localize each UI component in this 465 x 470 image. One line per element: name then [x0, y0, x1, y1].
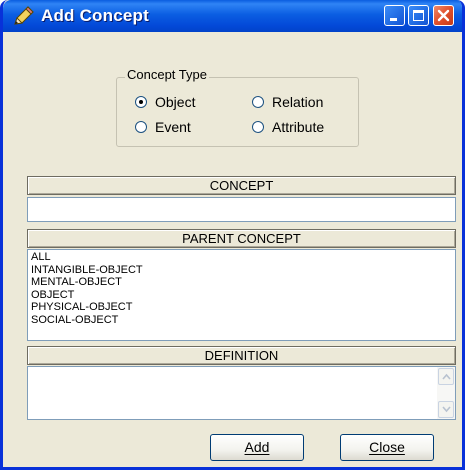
title-bar[interactable]: Add Concept: [3, 0, 462, 32]
chevron-down-icon: [442, 406, 451, 413]
radio-attribute-circle[interactable]: [252, 121, 264, 133]
scroll-up-button[interactable]: [438, 368, 454, 385]
maximize-button[interactable]: [408, 5, 429, 26]
concept-input[interactable]: [27, 197, 456, 222]
add-concept-window: Add Concept Concept Type Object Relation…: [0, 0, 465, 470]
close-icon: [437, 9, 450, 22]
radio-relation[interactable]: Relation: [252, 94, 323, 110]
maximize-icon: [413, 10, 424, 21]
window-title: Add Concept: [41, 6, 149, 25]
list-item[interactable]: INTANGIBLE-OBJECT: [31, 264, 452, 277]
chevron-up-icon: [442, 373, 451, 380]
minimize-icon: [390, 18, 397, 21]
list-item[interactable]: PHYSICAL-OBJECT: [31, 301, 452, 314]
scroll-down-button[interactable]: [438, 401, 454, 418]
add-button[interactable]: Add: [210, 434, 304, 461]
definition-scrollbar[interactable]: [437, 367, 455, 419]
radio-relation-label: Relation: [272, 94, 324, 110]
concept-type-label: Concept Type: [125, 67, 209, 82]
minimize-button[interactable]: [384, 5, 405, 26]
list-item[interactable]: OBJECT: [31, 289, 452, 302]
list-item[interactable]: ALL: [31, 251, 452, 264]
concept-header: CONCEPT: [27, 176, 456, 195]
pencil-icon: [13, 6, 35, 26]
radio-relation-circle[interactable]: [252, 96, 264, 108]
add-button-label: Add: [244, 439, 270, 455]
list-item[interactable]: SOCIAL-OBJECT: [31, 314, 452, 327]
radio-object[interactable]: Object: [135, 94, 195, 110]
radio-attribute-label: Attribute: [272, 119, 325, 135]
definition-textarea[interactable]: [27, 366, 456, 420]
parent-concept-list[interactable]: ALL INTANGIBLE-OBJECT MENTAL-OBJECT OBJE…: [27, 249, 456, 341]
radio-event[interactable]: Event: [135, 119, 191, 135]
radio-event-label: Event: [155, 119, 191, 135]
radio-event-circle[interactable]: [135, 121, 147, 133]
close-button[interactable]: Close: [340, 434, 434, 461]
parent-concept-header: PARENT CONCEPT: [27, 229, 456, 248]
close-button-label: Close: [369, 439, 405, 455]
radio-object-label: Object: [155, 94, 196, 110]
definition-header: DEFINITION: [27, 346, 456, 365]
radio-attribute[interactable]: Attribute: [252, 119, 324, 135]
concept-type-group: [116, 77, 359, 147]
radio-object-circle[interactable]: [135, 96, 147, 108]
close-window-button[interactable]: [433, 5, 454, 26]
list-item[interactable]: MENTAL-OBJECT: [31, 276, 452, 289]
